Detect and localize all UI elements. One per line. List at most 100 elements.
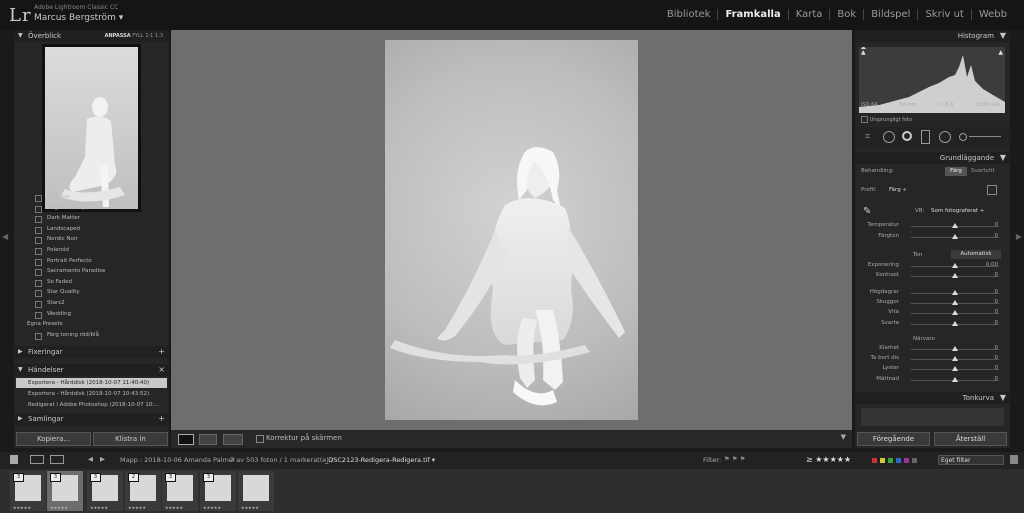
filmstrip-thumbnail[interactable]: 3 ★★★★★ [162,471,198,511]
slider-value[interactable]: 0 [995,355,999,361]
identity-plate[interactable]: Marcus Bergström ▾ [34,13,123,23]
slider-knob[interactable] [952,223,958,228]
history-item[interactable]: Redigerat i Adobe Photoshop (2018-10-07 … [16,400,167,410]
radial-filter-icon[interactable] [939,131,951,143]
history-item[interactable]: Exportera - Hårddisk (2018-10-07 10:43:5… [16,389,167,399]
red-eye-icon[interactable] [902,131,912,141]
filter-lock-icon[interactable] [1010,455,1018,464]
copy-button[interactable]: Kopiera... [16,432,91,446]
navigator-preview[interactable] [42,44,141,212]
add-collection-icon[interactable]: + [158,414,165,423]
slider-value[interactable]: 0 [995,376,999,382]
slider-value[interactable]: 0 [995,365,999,371]
snapshots-header[interactable]: ▶ Fixeringar + [14,346,169,358]
soft-proof-checkbox[interactable] [256,435,264,443]
filmstrip-thumbnail[interactable]: 3 ★★★★★ [10,471,46,511]
before-after-icon[interactable] [199,434,217,445]
filter-preset-dropdown[interactable]: Eget filter [938,455,1004,465]
secondary-display-icon[interactable] [10,455,18,464]
slider-value[interactable]: 0 [995,320,999,326]
slider-value[interactable]: 0 [995,345,999,351]
module-book[interactable]: Bok [829,9,863,20]
profile-browser-icon[interactable] [987,185,997,195]
shadow-clipping-icon[interactable]: ▲ [861,49,866,56]
zoom-1-3[interactable]: 1:3 [155,33,163,39]
slider-knob[interactable] [952,290,958,295]
reset-button[interactable]: Återställ [934,432,1007,446]
rating-filter[interactable]: ≥ ★★★★★ [806,455,851,464]
slider-value[interactable]: 0 [995,233,999,239]
grid-small-icon[interactable] [50,455,64,464]
filmstrip-thumbnail[interactable]: 3 ★★★★★ [47,471,83,511]
loupe-view-icon[interactable] [178,434,194,445]
grid-view-icon[interactable] [30,455,44,464]
slider-value[interactable]: 0 [995,309,999,315]
slider-knob[interactable] [952,377,958,382]
module-map[interactable]: Karta [787,9,830,20]
histogram-header[interactable]: Histogram ▼ [855,30,1010,42]
filmstrip-thumbnail[interactable]: 3 ★★★★★ [87,471,123,511]
spot-removal-icon[interactable] [883,131,895,143]
slider-knob[interactable] [952,321,958,326]
left-panel-toggle-icon[interactable]: ◀ [2,232,8,241]
add-snapshot-icon[interactable]: + [158,347,165,356]
right-panel-toggle-icon[interactable]: ▶ [1016,232,1022,241]
before-after-toggle-icon[interactable] [223,434,243,445]
slider-value[interactable]: 0 [995,222,999,228]
clear-history-icon[interactable]: × [158,365,165,374]
module-develop[interactable]: Framkalla [717,9,787,20]
original-photo-toggle[interactable]: Ursprungligt foto [861,116,912,123]
auto-tone-button[interactable]: Automatisk [951,250,1001,259]
source-path[interactable]: Mapp : 2018-10-06 Amanda Palmer [120,456,235,464]
crop-tool-icon[interactable]: ⌗ [865,132,870,142]
module-slideshow[interactable]: Bildspel [863,9,917,20]
zoom-1-1[interactable]: 1:1 [145,33,153,39]
adjustment-brush-icon[interactable] [959,133,967,141]
filmstrip-thumbnail[interactable]: 2 ★★★★★ [125,471,161,511]
collections-header[interactable]: ▶ Samlingar + [14,413,169,425]
brush-size-track[interactable] [969,136,1001,137]
module-print[interactable]: Skriv ut [917,9,970,20]
module-library[interactable]: Bibliotek [660,9,718,20]
filmstrip-thumbnail[interactable]: 3 ★★★★★ [200,471,236,511]
slider-value[interactable]: 0 [995,272,999,278]
slider-knob[interactable] [952,273,958,278]
previous-button[interactable]: Föregående [857,432,930,446]
wb-dropdown[interactable]: Som fotograferat ÷ [931,208,984,214]
image-canvas[interactable] [171,30,852,430]
treatment-bw-button[interactable]: Svartvitt [971,168,995,174]
history-item[interactable]: Exportera - Hårddisk (2018-10-07 11:40:4… [16,378,167,388]
slider-knob[interactable] [952,310,958,315]
basic-header[interactable]: Grundläggande ▼ [855,152,1010,164]
back-arrow-icon[interactable]: ◀ [88,455,93,463]
tone-curve-header[interactable]: Tonkurva ▼ [855,392,1010,404]
slider-knob[interactable] [952,346,958,351]
current-filename[interactable]: _DSC2123-Redigera-Redigera.tif ▾ [325,456,435,464]
slider-value[interactable]: 0,00 [986,262,998,268]
slider-knob[interactable] [952,263,958,268]
treatment-color-button[interactable]: Färg [945,167,967,176]
profile-dropdown[interactable]: Färg ÷ [889,187,907,193]
zoom-fill[interactable]: FYLL [132,33,144,39]
highlight-clipping-icon[interactable]: ▲ [998,49,1003,56]
module-web[interactable]: Webb [970,9,1014,20]
filmstrip-thumbnail[interactable]: ★★★★★ [238,471,274,511]
white-balance-eyedropper-icon[interactable]: ✎ [863,206,875,218]
navigator-header[interactable]: ▼ Överblick ANPASSA FYLL 1:1 1:3 [14,30,169,42]
original-photo-checkbox[interactable] [861,116,868,123]
slider-knob[interactable] [952,234,958,239]
slider-value[interactable]: 0 [995,289,999,295]
forward-arrow-icon[interactable]: ▶ [100,455,105,463]
toolbar-menu-icon[interactable]: ▼ [841,433,846,441]
paste-button[interactable]: Klistra in [93,432,168,446]
slider-knob[interactable] [952,366,958,371]
zoom-fit[interactable]: ANPASSA [105,33,131,39]
flag-filter-icon[interactable]: ⚑ ⚑ ⚑ [724,455,746,463]
slider-value[interactable]: 0 [995,299,999,305]
graduated-filter-icon[interactable] [921,130,930,144]
main-photo[interactable] [385,40,638,420]
slider-knob[interactable] [952,356,958,361]
tone-curve-preview[interactable] [861,408,1004,426]
color-label-filter[interactable] [872,457,922,463]
history-header[interactable]: ▼ Händelser × [14,364,169,376]
